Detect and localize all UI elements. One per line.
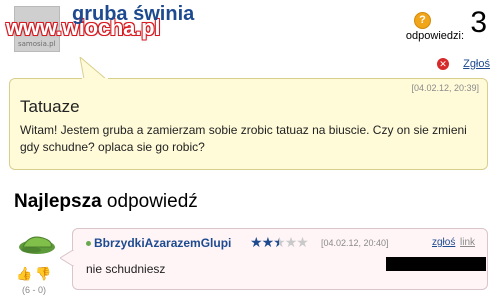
star-icon: ★ <box>296 234 309 250</box>
report-answer-link[interactable]: zgłoś <box>432 237 455 248</box>
best-answer-heading: Najlepsza odpowiedź <box>14 191 198 213</box>
answer-permalink[interactable]: link <box>460 237 475 248</box>
report-x-icon: ✕ <box>437 58 449 70</box>
rating-stars: ★★★★★ <box>250 234 309 251</box>
question-date: [04.02.12, 20:39] <box>411 83 479 93</box>
asker-username[interactable]: gruba świnia <box>72 3 194 26</box>
online-status-dot <box>86 241 91 246</box>
avatar-caption: samosia.pl <box>18 40 56 48</box>
star-icon: ★ <box>261 234 275 250</box>
star-icon: ★ <box>284 234 298 250</box>
report-question-link[interactable]: Zgłoś <box>463 58 490 70</box>
vote-count: (6 - 0) <box>22 285 47 295</box>
redaction-bar <box>386 257 486 271</box>
answer-text: nie schudniesz <box>86 262 166 276</box>
question-body: Witam! Jestem gruba a zamierzam sobie zr… <box>20 123 467 154</box>
question-mark-icon: ? <box>414 12 431 29</box>
answerer-username[interactable]: BbrzydkiAzarazemGlupi <box>94 236 231 250</box>
answers-count: 3 <box>470 6 487 39</box>
best-answer-heading-bold: Najlepsza <box>14 191 102 212</box>
answers-label: odpowiedzi: <box>405 30 464 42</box>
thumb-down-icon[interactable]: 👎 <box>35 266 51 282</box>
thumb-up-icon[interactable]: 👍 <box>16 266 32 282</box>
question-title: Tatuaze <box>20 97 80 116</box>
answer-date: [04.02.12, 20:40] <box>321 238 389 248</box>
star-icon: ★ <box>273 234 286 250</box>
best-answer-heading-rest: odpowiedź <box>101 191 198 212</box>
answer-bubble-tail <box>59 249 75 271</box>
answerer-avatar[interactable] <box>17 230 57 261</box>
star-icon: ★ <box>250 234 263 250</box>
